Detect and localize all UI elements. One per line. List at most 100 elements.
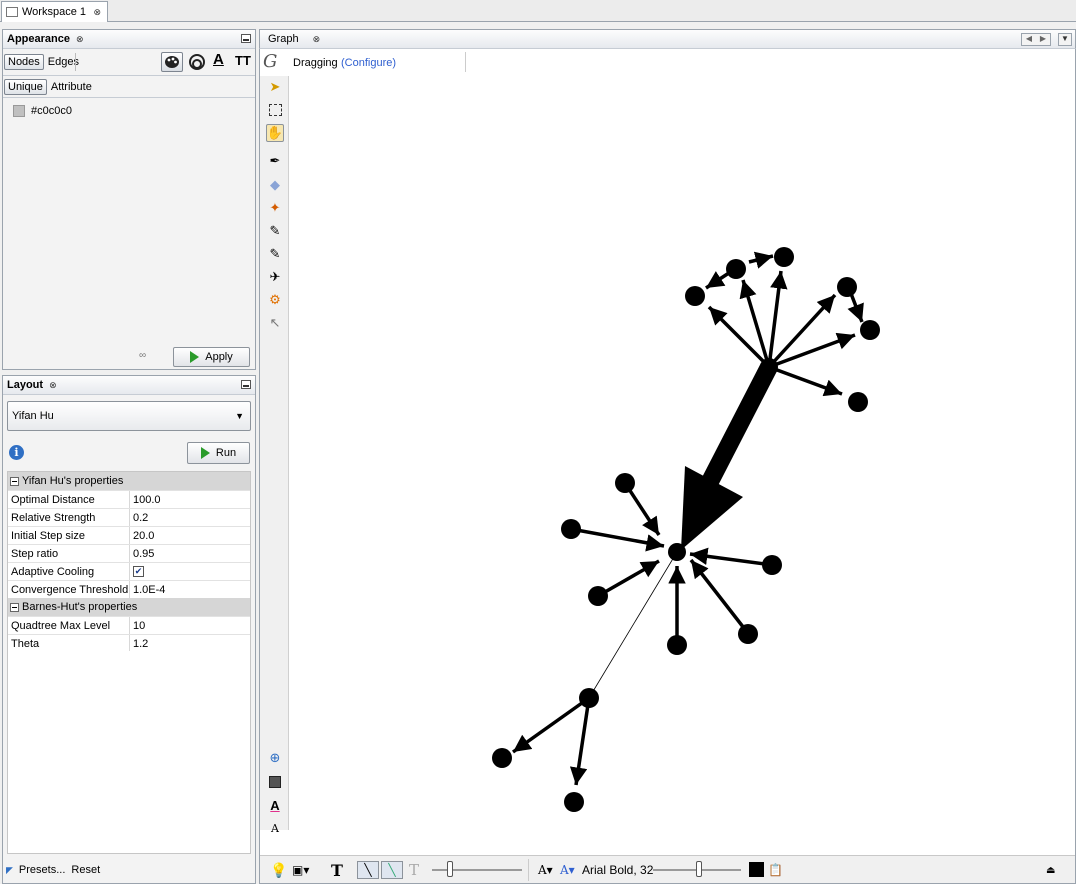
graph-node[interactable] xyxy=(762,555,782,575)
table-row[interactable]: Optimal Distance 100.0 xyxy=(8,490,250,508)
table-row[interactable]: Step ratio 0.95 xyxy=(8,544,250,562)
lightbulb-icon[interactable]: 💡 xyxy=(270,861,287,879)
graph-edge[interactable] xyxy=(748,251,774,269)
drag-hand-icon[interactable]: ✋ xyxy=(266,124,284,142)
presets-button[interactable]: Presets... xyxy=(19,864,65,876)
size-icon[interactable] xyxy=(188,53,206,71)
pointer-icon[interactable]: ➤ xyxy=(266,78,284,96)
prop-value[interactable]: 0.2 xyxy=(130,509,250,526)
graph-node[interactable] xyxy=(848,392,868,412)
graph-node[interactable] xyxy=(860,320,880,340)
prop-value[interactable]: 10 xyxy=(130,617,250,634)
graph-edge[interactable] xyxy=(689,558,749,634)
label-color-icon[interactable]: A xyxy=(266,796,284,814)
graph-edge[interactable] xyxy=(767,270,788,368)
minimize-icon[interactable] xyxy=(241,380,251,389)
graph-canvas[interactable] xyxy=(289,76,1075,830)
label-font-icon[interactable]: A xyxy=(266,819,284,837)
graph-edge[interactable] xyxy=(511,696,591,754)
link-icon[interactable]: ∞ xyxy=(139,350,146,361)
graph-node[interactable] xyxy=(685,286,705,306)
tab-graph[interactable]: Graph xyxy=(268,33,299,45)
graph-node[interactable] xyxy=(837,277,857,297)
close-icon[interactable]: ⊗ xyxy=(76,34,84,45)
prop-value[interactable]: 1.0E-4 xyxy=(130,581,250,598)
left-arrow-icon[interactable]: ◀ xyxy=(1022,34,1036,45)
color-swatch[interactable] xyxy=(13,105,25,117)
scroll-tabs-buttons[interactable]: ◀ ▶ xyxy=(1021,33,1051,46)
graph-node[interactable] xyxy=(579,688,599,708)
graph-node[interactable] xyxy=(760,358,778,376)
minimize-icon[interactable] xyxy=(241,34,251,43)
size-brush-icon[interactable]: ✦ xyxy=(266,199,284,217)
configure-link[interactable]: (Configure) xyxy=(341,57,396,69)
run-button[interactable]: Run xyxy=(187,442,250,464)
graph-node[interactable] xyxy=(668,543,686,561)
zoom-icon[interactable]: ⊕ xyxy=(266,749,284,767)
prop-value[interactable]: 1.2 xyxy=(130,635,250,652)
chevron-down-icon[interactable]: ▼ xyxy=(1058,33,1072,46)
tab-nodes[interactable]: Nodes xyxy=(4,54,44,70)
graph-node[interactable] xyxy=(726,259,746,279)
font-scale-slider[interactable] xyxy=(696,861,702,877)
apply-button[interactable]: Apply xyxy=(173,347,250,367)
font-color-icon[interactable]: A ▾ xyxy=(560,861,575,879)
tab-unique[interactable]: Unique xyxy=(4,78,47,95)
prop-value[interactable]: 0.95 xyxy=(130,545,250,562)
edge-color-icon[interactable]: ╲ xyxy=(381,861,403,879)
layout-algorithm-select[interactable]: Yifan Hu ▼ xyxy=(7,401,251,431)
screenshot-icon[interactable]: ▣▾ xyxy=(292,861,309,879)
clipboard-icon[interactable]: 📋 xyxy=(768,861,783,879)
section-yifan-hu[interactable]: Yifan Hu's properties xyxy=(8,472,250,490)
pencil-icon[interactable]: ✎ xyxy=(266,222,284,240)
table-row[interactable]: Adaptive Cooling ✔ xyxy=(8,562,250,580)
graph-edge[interactable] xyxy=(570,527,665,552)
color-swatch[interactable] xyxy=(749,862,764,877)
help-pointer-icon[interactable]: ↖ xyxy=(266,314,284,332)
graph-node[interactable] xyxy=(667,635,687,655)
reset-button[interactable]: Reset xyxy=(71,864,100,876)
table-row[interactable]: Quadtree Max Level 10 xyxy=(8,616,250,634)
font-label[interactable]: Arial Bold, 32 xyxy=(582,861,653,879)
table-row[interactable]: Relative Strength 0.2 xyxy=(8,508,250,526)
collapse-icon[interactable] xyxy=(10,476,19,486)
graph-edge[interactable] xyxy=(569,697,591,786)
close-icon[interactable]: ⊗ xyxy=(93,7,101,18)
diamond-icon[interactable]: ◆ xyxy=(266,176,284,194)
label-color-icon[interactable]: A xyxy=(213,51,224,68)
close-icon[interactable]: ⊗ xyxy=(49,380,57,391)
color-palette-icon[interactable] xyxy=(161,52,183,72)
gear-icon[interactable]: ⚙ xyxy=(266,291,284,309)
graph-edge[interactable] xyxy=(689,547,773,567)
eject-icon[interactable]: ⏏ xyxy=(1046,861,1055,879)
paint-brush-icon[interactable]: ✒ xyxy=(266,152,284,170)
info-icon[interactable]: i xyxy=(9,445,24,460)
tab-workspace-1[interactable]: Workspace 1 ⊗ xyxy=(1,1,108,22)
label-size-icon[interactable]: TT xyxy=(235,53,251,68)
edge-pencil-icon[interactable]: ✎ xyxy=(266,245,284,263)
show-labels-icon[interactable]: T xyxy=(331,861,343,880)
graph-node[interactable] xyxy=(492,748,512,768)
graph-node[interactable] xyxy=(561,519,581,539)
section-barnes-hut[interactable]: Barnes-Hut's properties xyxy=(8,598,250,616)
presets-arrow-icon[interactable]: ◤ xyxy=(6,865,13,876)
graph-node[interactable] xyxy=(615,473,635,493)
table-row[interactable]: Theta 1.2 xyxy=(8,634,250,652)
graph-node[interactable] xyxy=(738,624,758,644)
graph-node[interactable] xyxy=(588,586,608,606)
tab-edges[interactable]: Edges xyxy=(44,54,83,70)
edge-labels-icon[interactable]: T xyxy=(409,861,419,879)
table-row[interactable]: Initial Step size 20.0 xyxy=(8,526,250,544)
adaptive-cooling-checkbox[interactable]: ✔ xyxy=(133,566,144,577)
rectangle-select-icon[interactable] xyxy=(266,101,284,119)
collapse-icon[interactable] xyxy=(10,602,19,612)
font-size-icon[interactable]: A ▾ xyxy=(538,861,553,879)
table-row[interactable]: Convergence Threshold 1.0E-4 xyxy=(8,580,250,598)
background-color-icon[interactable] xyxy=(266,773,284,791)
graph-edge[interactable] xyxy=(692,362,778,504)
graph-edge[interactable] xyxy=(588,551,678,699)
prop-value[interactable]: 20.0 xyxy=(130,527,250,544)
close-icon[interactable]: ⊗ xyxy=(313,34,321,45)
graph-edge[interactable] xyxy=(768,365,843,397)
graph-node[interactable] xyxy=(774,247,794,267)
